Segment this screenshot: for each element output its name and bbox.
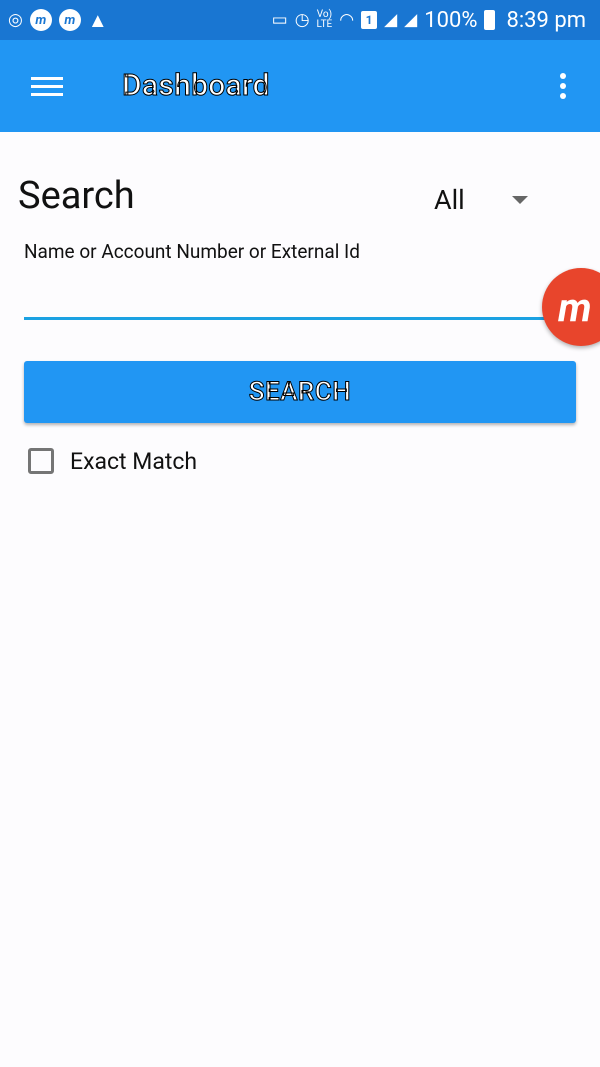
search-button-label: SEARCH [248,377,352,408]
chevron-down-icon [512,196,528,204]
filter-selected-value: All [434,184,465,216]
warning-icon: ▲ [87,8,108,32]
cast-icon: ▭ [271,10,288,30]
exact-match-row[interactable]: Exact Match [28,444,197,478]
wifi-icon: ◠ [339,10,355,30]
filter-dropdown[interactable]: All [434,184,534,220]
whatsapp-icon: ◎ [8,10,23,30]
app-bar: Dashboard [0,40,600,132]
alarm-icon: ◷ [294,10,310,30]
volte-line2: LTE [316,19,333,30]
status-bar: ◎ m m ▲ ▭ ◷ Vo) LTE ◠ 1 ◢ ◢ 100% 8:39 pm [0,0,600,40]
status-bar-left: ◎ m m ▲ [8,9,108,31]
exact-match-label: Exact Match [70,447,198,475]
search-button[interactable]: SEARCH [24,361,576,423]
search-input[interactable] [24,270,554,320]
sim-icon: 1 [361,11,378,29]
messenger-icon: m [29,9,52,31]
volte-icon: Vo) LTE [317,10,333,30]
menu-icon[interactable] [31,77,63,97]
more-vert-icon[interactable] [556,73,570,103]
clock: 8:39 pm [506,7,586,33]
signal-icon: ◢ [384,10,398,30]
search-heading: Search [18,174,135,218]
badge-letter: m [558,283,592,331]
battery-icon [484,10,496,30]
messenger-lite-icon: m [58,9,81,31]
page-title: Dashboard [122,68,271,104]
search-field-label: Name or Account Number or External Id [24,240,360,263]
battery-percent: 100% [424,7,478,33]
exact-match-checkbox[interactable] [28,448,54,474]
status-bar-right: ▭ ◷ Vo) LTE ◠ 1 ◢ ◢ 100% 8:39 pm [272,8,586,33]
signal-2-icon: ◢ [404,10,418,30]
